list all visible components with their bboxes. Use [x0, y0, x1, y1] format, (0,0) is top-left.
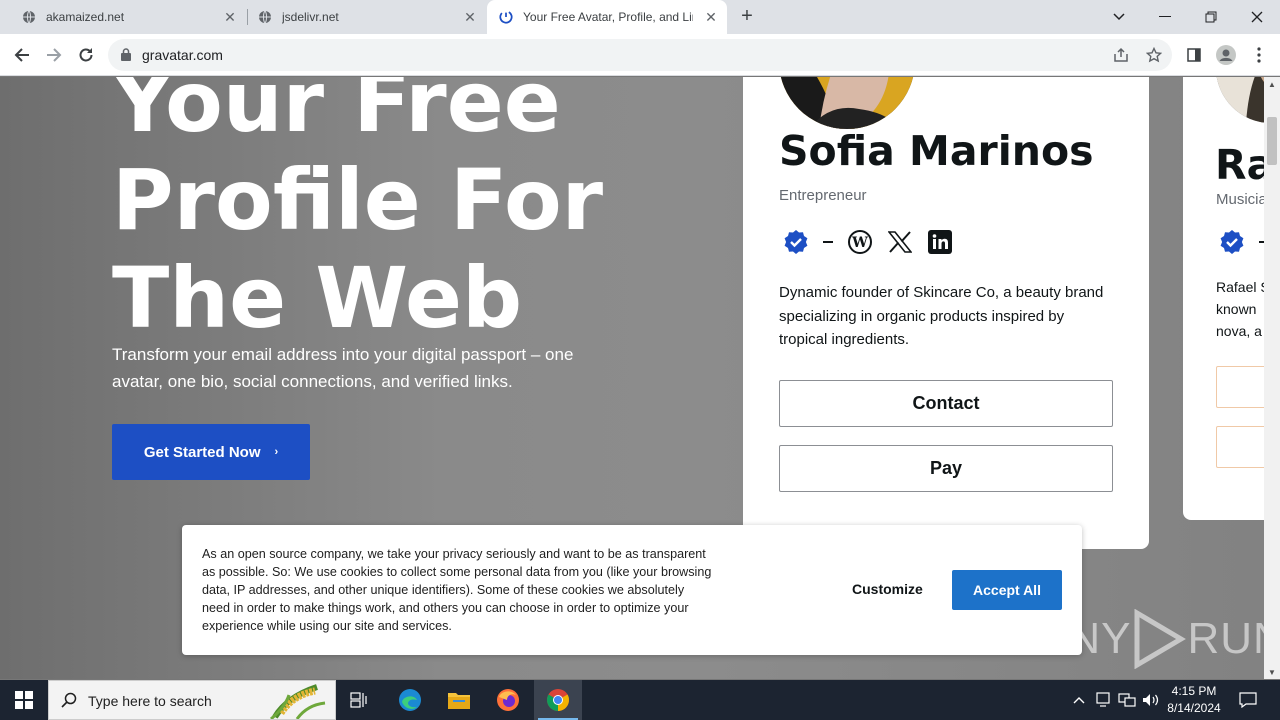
menu-dots-icon[interactable] [1248, 44, 1270, 66]
close-tab-icon[interactable]: ✕ [703, 9, 719, 25]
globe-icon [22, 10, 36, 24]
profile-name: Sofia Marinos [779, 127, 1094, 175]
play-logo-icon [1134, 609, 1187, 669]
contact-button[interactable]: Contact [779, 380, 1113, 427]
verified-badge-icon[interactable] [1219, 229, 1245, 255]
wordpress-icon[interactable]: W [847, 229, 873, 255]
cookie-banner: As an open source company, we take your … [182, 525, 1082, 655]
reload-icon[interactable] [73, 42, 99, 68]
address-bar[interactable]: gravatar.com [108, 39, 1172, 71]
tab-title: jsdelivr.net [282, 10, 339, 24]
profile-icon[interactable] [1215, 44, 1237, 66]
taskbar-clock[interactable]: 4:15 PM 8/14/2024 [1160, 683, 1228, 717]
network-icon[interactable] [1116, 680, 1138, 720]
hero-title: Your Free Profile For The Web [112, 77, 732, 347]
share-icon[interactable] [1112, 46, 1130, 64]
minimize-icon[interactable] [1142, 0, 1188, 34]
search-placeholder: Type here to search [88, 693, 212, 709]
close-tab-icon[interactable]: ✕ [462, 9, 478, 25]
anyrun-watermark: ANY RUN [1038, 609, 1264, 669]
firefox-icon[interactable] [484, 680, 532, 720]
accept-all-button[interactable]: Accept All [952, 570, 1062, 610]
profile-role: Musicia [1216, 191, 1264, 208]
tab-strip: akamaized.net ✕ jsdelivr.net ✕ Your Free… [0, 0, 1280, 34]
search-icon [61, 692, 77, 713]
contact-button[interactable] [1216, 366, 1264, 408]
svg-text:W: W [851, 235, 868, 251]
notifications-icon[interactable] [1236, 680, 1260, 720]
x-icon[interactable] [887, 229, 913, 255]
back-icon[interactable] [9, 42, 35, 68]
side-panel-icon[interactable] [1183, 44, 1205, 66]
pay-button[interactable] [1216, 426, 1264, 468]
clock-time: 4:15 PM [1171, 684, 1217, 698]
bio-line: nova, a [1216, 323, 1262, 339]
gravatar-page: Your Free Profile For The Web Transform … [0, 77, 1264, 679]
hero-title-line: The Web [112, 249, 523, 347]
bio-line: known [1216, 301, 1257, 317]
file-explorer-icon[interactable] [435, 680, 483, 720]
profile-bio: Rafael S known nova, a [1216, 276, 1264, 342]
volume-icon[interactable] [1140, 680, 1162, 720]
url-text: gravatar.com [142, 47, 223, 63]
social-links: W [783, 229, 967, 255]
tab-gravatar[interactable]: Your Free Avatar, Profile, and Lin ✕ [487, 0, 727, 34]
edge-icon[interactable] [386, 680, 434, 720]
watermark-left: ANY [1038, 614, 1132, 663]
profile-role: Entrepreneur [779, 187, 867, 204]
new-tab-button[interactable]: + [736, 6, 758, 28]
lock-icon[interactable] [121, 48, 131, 66]
forward-icon[interactable] [41, 42, 67, 68]
tab-akamaized[interactable]: akamaized.net ✕ [0, 0, 246, 34]
watermark-right: RUN [1187, 614, 1264, 663]
social-links [1219, 229, 1264, 255]
tray-overflow-icon[interactable] [1070, 680, 1088, 720]
tab-search-icon[interactable] [1096, 0, 1142, 34]
verified-badge-icon[interactable] [783, 229, 809, 255]
customize-button[interactable]: Customize [852, 581, 923, 597]
page-scrollbar[interactable]: ▲ ▼ [1264, 77, 1280, 679]
corn-illustration-icon [267, 683, 327, 720]
avatar [779, 77, 915, 129]
globe-icon [258, 10, 272, 24]
tab-title: Your Free Avatar, Profile, and Lin [523, 10, 693, 24]
pay-button[interactable]: Pay [779, 445, 1113, 492]
profile-card-2: Ra Musicia Rafael S known nova, a [1183, 77, 1264, 520]
divider-dash [823, 241, 833, 243]
task-view-icon[interactable] [336, 680, 384, 720]
tab-jsdelivr[interactable]: jsdelivr.net ✕ [236, 0, 486, 34]
profile-bio: Dynamic founder of Skincare Co, a beauty… [779, 284, 1104, 348]
windows-taskbar: Type here to search 4:15 PM 8/14/2024 [0, 680, 1280, 720]
hero-title-line: Your Free [112, 77, 561, 151]
gravatar-icon [499, 10, 513, 24]
scroll-up-icon[interactable]: ▲ [1268, 80, 1276, 89]
get-started-label: Get Started Now [143, 443, 261, 461]
scrollbar-thumb[interactable] [1267, 117, 1277, 165]
tab-title: akamaized.net [46, 10, 125, 24]
browser-toolbar: gravatar.com [0, 34, 1280, 76]
restore-icon[interactable] [1188, 0, 1234, 34]
close-window-icon[interactable] [1234, 0, 1280, 34]
scroll-down-icon[interactable]: ▼ [1268, 668, 1276, 677]
security-icon[interactable] [1093, 680, 1113, 720]
get-started-button[interactable]: Get Started Now › [112, 424, 310, 480]
avatar [1216, 77, 1264, 123]
taskbar-search-input[interactable]: Type here to search [48, 680, 336, 720]
cookie-text: As an open source company, we take your … [202, 547, 712, 633]
bio-line: Rafael S [1216, 279, 1264, 295]
profile-card: Sofia Marinos Entrepreneur W Dynamic fou… [743, 77, 1149, 549]
chrome-icon[interactable] [534, 680, 582, 720]
windows-start-icon[interactable] [0, 680, 48, 720]
linkedin-icon[interactable] [927, 229, 953, 255]
hero-title-line: Profile For [112, 151, 604, 249]
hero-subtitle: Transform your email address into your d… [112, 345, 574, 391]
chevron-right-icon: › [274, 446, 279, 458]
profile-name: Ra [1215, 141, 1264, 189]
bookmark-star-icon[interactable] [1145, 46, 1163, 64]
clock-date: 8/14/2024 [1167, 701, 1221, 715]
